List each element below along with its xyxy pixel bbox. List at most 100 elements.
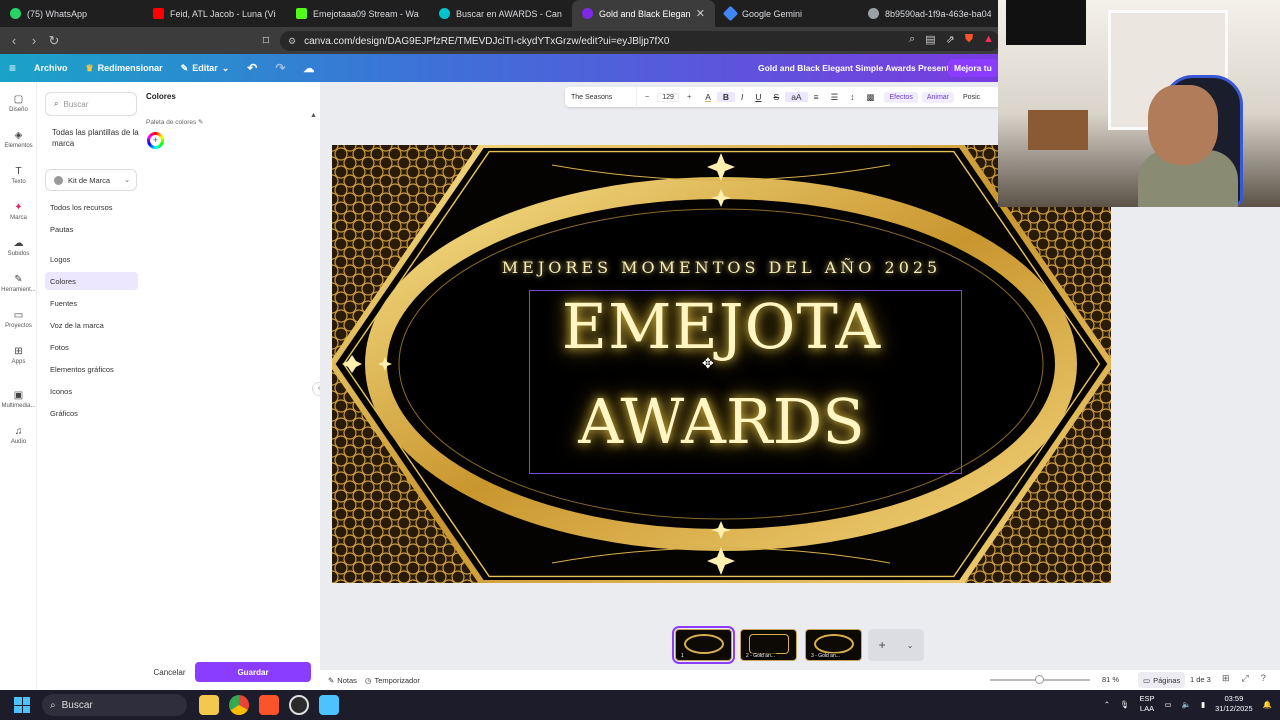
browser-tab[interactable]: Google Gemini (715, 0, 858, 27)
zoom-value[interactable]: 81 % (1102, 675, 1119, 684)
chevron-down-icon[interactable]: ⌄ (907, 641, 914, 650)
obs-icon[interactable] (289, 695, 309, 715)
rail-text[interactable]: T Texto (0, 166, 37, 185)
rail-apps[interactable]: ⊞ Apps (0, 346, 37, 365)
page-thumbnail[interactable]: 1 (672, 626, 735, 664)
panel-item-all-assets[interactable]: Todos los recursos (45, 198, 138, 216)
redo-icon[interactable]: ↷ (266, 61, 294, 75)
add-color-button[interactable]: + (147, 132, 164, 149)
panel-item-photos[interactable]: Fotos (45, 338, 138, 356)
fullscreen-icon[interactable]: ⤢ (1242, 673, 1249, 684)
slide-subtitle[interactable]: MEJORES MOMENTOS DEL AÑO 2025 (332, 258, 1111, 277)
brand-templates-link[interactable]: Todas las plantillas de la marca (52, 127, 142, 149)
page-thumbnail[interactable]: 2 - Gold an... (740, 629, 797, 661)
browser-tab[interactable]: (75) WhatsApp (0, 0, 143, 27)
search-input[interactable]: ⌕ Buscar (45, 92, 137, 116)
rail-brand[interactable]: ✦ Marca (0, 202, 37, 221)
text-color-icon[interactable]: A (699, 92, 717, 102)
panel-item-charts[interactable]: Gráficos (45, 404, 138, 422)
underline-icon[interactable]: U (749, 92, 767, 102)
help-icon[interactable]: ? (1261, 673, 1266, 684)
clock[interactable]: 03:59 31/12/2025 (1215, 694, 1253, 714)
site-settings-icon[interactable]: ⚙ (288, 36, 296, 47)
plus-icon[interactable]: + (687, 94, 691, 101)
strikethrough-icon[interactable]: S (768, 92, 786, 102)
pencil-icon[interactable]: ✎ (198, 119, 203, 126)
spacing-icon[interactable]: ↕ (844, 92, 860, 102)
rail-uploads[interactable]: ☁ Subidos (0, 238, 37, 257)
reload-icon[interactable]: ↻ (44, 33, 64, 49)
resize-button[interactable]: ♛ Redimensionar (77, 63, 172, 74)
speaker-icon[interactable]: 🔈 (1182, 700, 1191, 709)
add-page-button[interactable]: + ⌄ (868, 629, 924, 661)
edit-menu[interactable]: ✎ Editar ⌄ (172, 63, 239, 74)
brave-shield-icon[interactable]: ⛊ (965, 33, 973, 46)
rail-tools[interactable]: ✎ Herramient... (0, 274, 37, 293)
pages-button[interactable]: ▭ Páginas (1138, 672, 1186, 688)
cloud-saved-icon[interactable]: ☁ (294, 62, 323, 75)
browser-tab[interactable]: Feid, ATL Jacob - Luna (Visualiz (143, 0, 286, 27)
grid-view-icon[interactable]: ⊞ (1222, 673, 1230, 684)
undo-icon[interactable]: ↶ (238, 61, 266, 75)
reader-icon[interactable]: ▤ (925, 33, 935, 46)
bold-icon[interactable]: B (716, 92, 735, 102)
chrome-icon[interactable] (229, 695, 249, 715)
case-icon[interactable]: aA (785, 92, 808, 102)
url-field[interactable]: ⚙ canva.com/design/DAG9EJPfzRE/TMEVDJciT… (280, 31, 1000, 51)
zoom-icon[interactable]: ⌕ (909, 33, 915, 46)
rail-audio[interactable]: ♫ Audio (0, 426, 37, 445)
microphone-icon[interactable]: 🎙 (1120, 700, 1130, 709)
notepad-icon[interactable] (319, 695, 339, 715)
slide-canvas[interactable]: MEJORES MOMENTOS DEL AÑO 2025 EMEJOTA AW… (332, 145, 1111, 583)
notification-icon[interactable]: 🔔 (1263, 700, 1272, 709)
cancel-button[interactable]: Cancelar (147, 662, 192, 682)
align-icon[interactable]: ≡ (808, 92, 825, 102)
timer-button[interactable]: ◷ Temporizador (365, 676, 420, 685)
scroll-up-icon[interactable]: ▲ (310, 112, 317, 119)
panel-item-icons[interactable]: Iconos (45, 382, 138, 400)
panel-item-logos[interactable]: Logos (45, 250, 138, 268)
zoom-slider-handle[interactable] (1035, 675, 1044, 684)
notes-button[interactable]: ✎ Notas (328, 676, 357, 685)
italic-icon[interactable]: I (735, 92, 749, 102)
rail-media[interactable]: ▣ Multimedia... (0, 390, 37, 409)
position-button[interactable]: Posic (958, 92, 985, 103)
file-menu[interactable]: Archivo (25, 63, 77, 73)
forward-icon[interactable]: › (24, 33, 44, 48)
menu-icon[interactable]: ≡ (0, 61, 25, 75)
file-explorer-icon[interactable] (199, 695, 219, 715)
brand-kit-select[interactable]: Kit de Marca ⌄ (45, 169, 137, 191)
panel-item-colors[interactable]: Colores (45, 272, 138, 290)
rail-elements[interactable]: ◈ Elementos (0, 130, 37, 149)
rewards-icon[interactable]: ▲ (983, 33, 994, 46)
page-thumbnail[interactable]: 3 - Gold an... (805, 629, 862, 661)
back-icon[interactable]: ‹ (4, 33, 24, 48)
brave-icon[interactable] (259, 695, 279, 715)
list-icon[interactable]: ☰ (825, 92, 845, 103)
rail-design[interactable]: ▢ Diseño (0, 94, 37, 113)
font-select[interactable]: The Seasons (565, 87, 637, 107)
battery-icon[interactable]: ▮ (1201, 700, 1205, 709)
close-tab-icon[interactable]: ✕ (696, 7, 705, 20)
effects-button[interactable]: Efectos (884, 91, 918, 103)
text-selection-box[interactable] (529, 290, 962, 474)
bookmark-icon[interactable]: ⌑ (256, 33, 276, 49)
network-icon[interactable]: ▭ (1165, 700, 1172, 709)
save-button[interactable]: Guardar (195, 662, 311, 682)
keyboard-language[interactable]: ESP LAA (1140, 694, 1155, 714)
taskbar-search[interactable]: ⌕ Buscar (42, 694, 187, 716)
panel-item-fonts[interactable]: Fuentes (45, 294, 138, 312)
transparency-icon[interactable]: ▩ (860, 92, 880, 103)
upgrade-button[interactable]: Mejora tu (948, 59, 998, 77)
document-title[interactable]: Gold and Black Elegant Simple Awards Pre… (758, 63, 970, 73)
windows-start-icon[interactable] (14, 697, 30, 713)
browser-tab[interactable]: Emejotaaa09 Stream - Watch I (286, 0, 429, 27)
browser-tab[interactable]: 8b9590ad-1f9a-463e-ba04-6e (858, 0, 1001, 27)
browser-tab-active[interactable]: Gold and Black Elegant Sir ✕ (572, 0, 715, 27)
rail-projects[interactable]: ▭ Proyectos (0, 310, 37, 329)
panel-item-guidelines[interactable]: Pautas (45, 220, 138, 238)
share-icon[interactable]: ⇗ (946, 33, 955, 46)
animate-button[interactable]: Animar (921, 91, 955, 103)
chevron-up-icon[interactable]: ⌃ (1104, 700, 1110, 709)
font-size-input[interactable]: 129 (657, 92, 680, 102)
